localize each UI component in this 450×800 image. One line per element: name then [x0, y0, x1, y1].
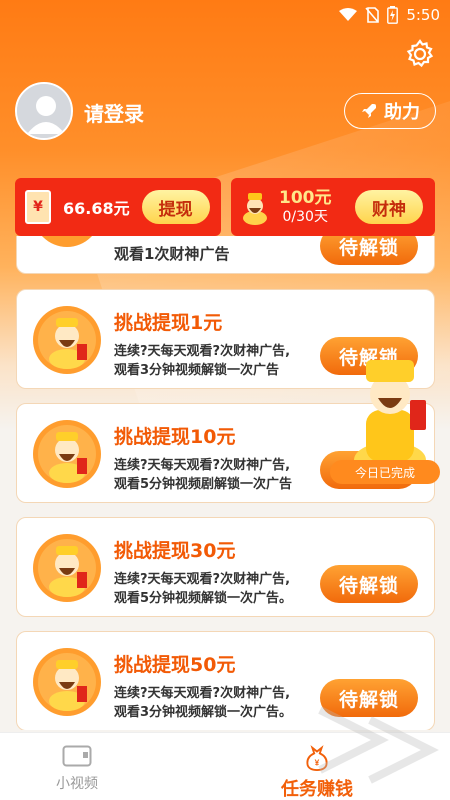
battery-icon — [387, 6, 399, 24]
wealth-god-card: 100元 0/30天 财神 — [231, 178, 435, 236]
completed-today-badge: 今日已完成 — [330, 460, 440, 484]
settings-gear-icon[interactable] — [404, 38, 436, 70]
wealth-god-icon — [33, 420, 101, 488]
task-card: 挑战提现30元 连续?天每天观看?次财神广告, 观看5分钟视频解锁一次广告。 待… — [16, 517, 435, 617]
wifi-icon — [339, 8, 358, 21]
help-label: 助力 — [384, 102, 420, 123]
unlock-button[interactable]: 待解锁 — [320, 565, 418, 603]
balance-card: ¥ 66.68元 提现 — [15, 178, 221, 236]
task-title: 挑战提现30元 — [114, 540, 236, 562]
no-sim-icon — [365, 7, 380, 23]
status-bar: 5:50 — [0, 0, 450, 32]
red-envelope-icon: ¥ — [25, 190, 51, 224]
wealth-god-icon — [33, 306, 101, 374]
balance-amount: 66.68元 — [63, 199, 130, 218]
wealth-god-icon — [33, 534, 101, 602]
task-title: 挑战提现1元 — [114, 312, 223, 334]
task-description: 观看1次财神广告 — [114, 245, 230, 263]
wealth-god-icon — [243, 193, 267, 225]
wealth-god-icon — [41, 236, 93, 247]
task-title: 挑战提现50元 — [114, 654, 236, 676]
video-icon — [62, 745, 92, 767]
status-time: 5:50 — [406, 6, 440, 24]
tab-label: 小视频 — [56, 776, 98, 792]
withdraw-button[interactable]: 提现 — [141, 190, 210, 224]
avatar[interactable] — [15, 82, 73, 140]
wealth-amount: 100元 — [279, 188, 332, 209]
task-title: 挑战提现10元 — [114, 426, 236, 448]
login-prompt[interactable]: 请登录 — [84, 98, 144, 127]
wealth-progress: 0/30天 — [282, 208, 328, 225]
tab-short-video[interactable]: 小视频 — [2, 733, 152, 800]
wealth-god-icon — [33, 648, 101, 716]
task-description: 连续?天每天观看?次财神广告, 观看5分钟视频解锁一次广告。 — [114, 572, 293, 606]
watermark-logo — [318, 706, 439, 784]
task-card-partial: 观看1次财神广告 待解锁 — [16, 236, 435, 274]
rocket-icon — [362, 104, 376, 118]
task-description: 连续?天每天观看?次财神广告, 观看3分钟视频解锁一次广告 — [114, 344, 291, 378]
help-boost-button[interactable]: 助力 — [344, 93, 436, 129]
task-description: 连续?天每天观看?次财神广告, 观看5分钟视频剧解锁一次广告 — [114, 458, 293, 492]
unlock-button[interactable]: 待解锁 — [320, 236, 418, 265]
wealth-god-button[interactable]: 财神 — [355, 190, 423, 224]
